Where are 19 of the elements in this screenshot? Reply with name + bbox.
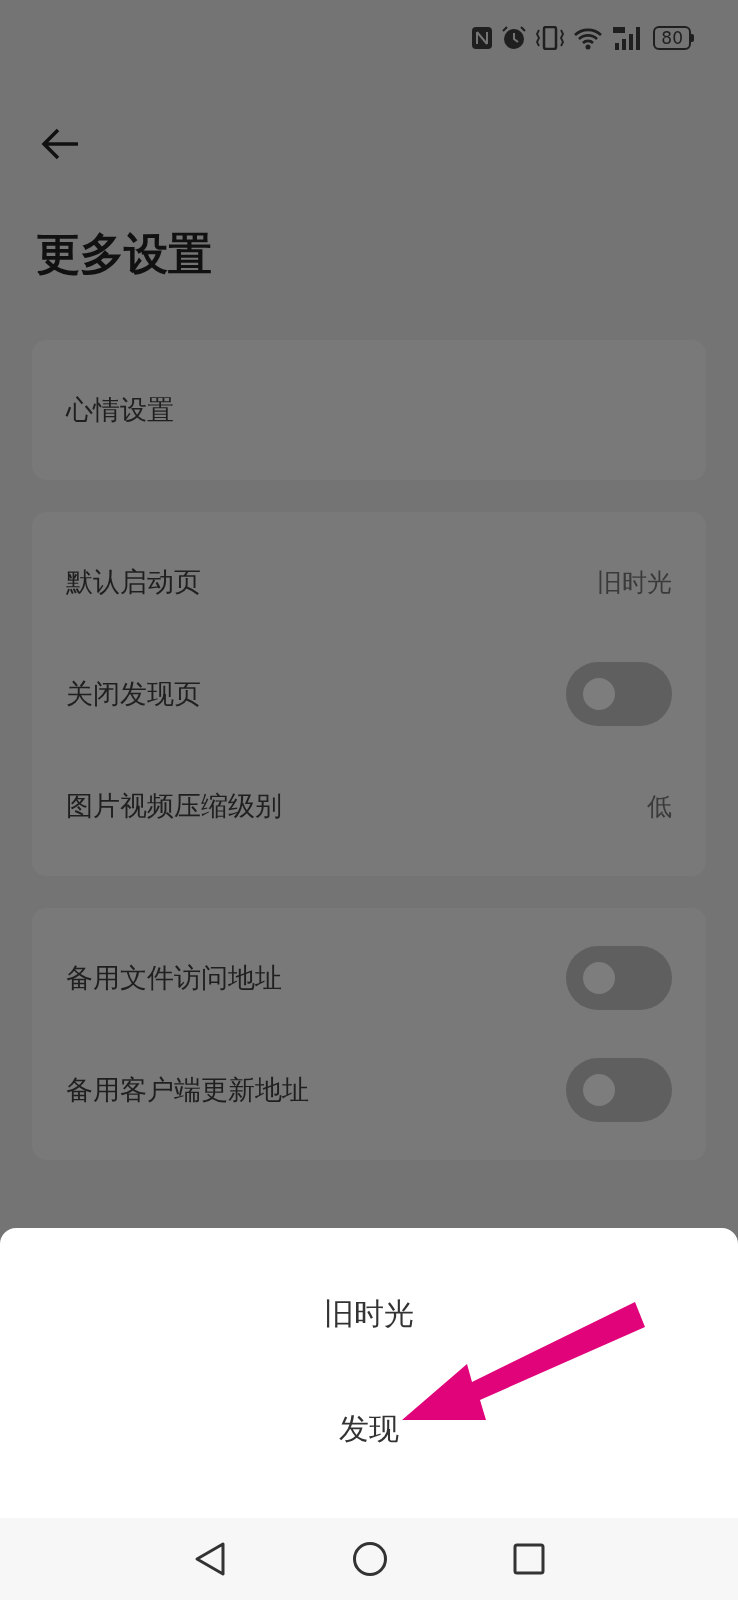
setting-label[interactable]: 关闭发现页 xyxy=(66,676,201,712)
back-arrow-icon[interactable] xyxy=(40,127,80,161)
vibrate-icon xyxy=(535,26,566,50)
battery-icon: 80 xyxy=(653,26,694,50)
sheet-option[interactable]: 发现 xyxy=(329,1403,409,1456)
setting-value: 低 xyxy=(647,790,672,823)
setting-label[interactable]: 图片视频压缩级别 xyxy=(66,788,282,824)
home-icon[interactable] xyxy=(352,1541,388,1577)
setting-label[interactable]: 默认启动页 xyxy=(66,564,201,600)
wifi-icon xyxy=(573,26,604,50)
setting-value: 旧时光 xyxy=(597,566,672,599)
recents-icon[interactable] xyxy=(513,1543,546,1575)
alarm-icon xyxy=(501,25,528,51)
setting-label[interactable]: 备用客户端更新地址 xyxy=(66,1072,309,1108)
setting-label[interactable]: 备用文件访问地址 xyxy=(66,960,282,996)
page-title: 更多设置 xyxy=(36,227,213,281)
sheet-option[interactable]: 旧时光 xyxy=(314,1288,424,1341)
setting-label[interactable]: 心情设置 xyxy=(66,392,174,428)
nfc-icon xyxy=(471,26,494,50)
